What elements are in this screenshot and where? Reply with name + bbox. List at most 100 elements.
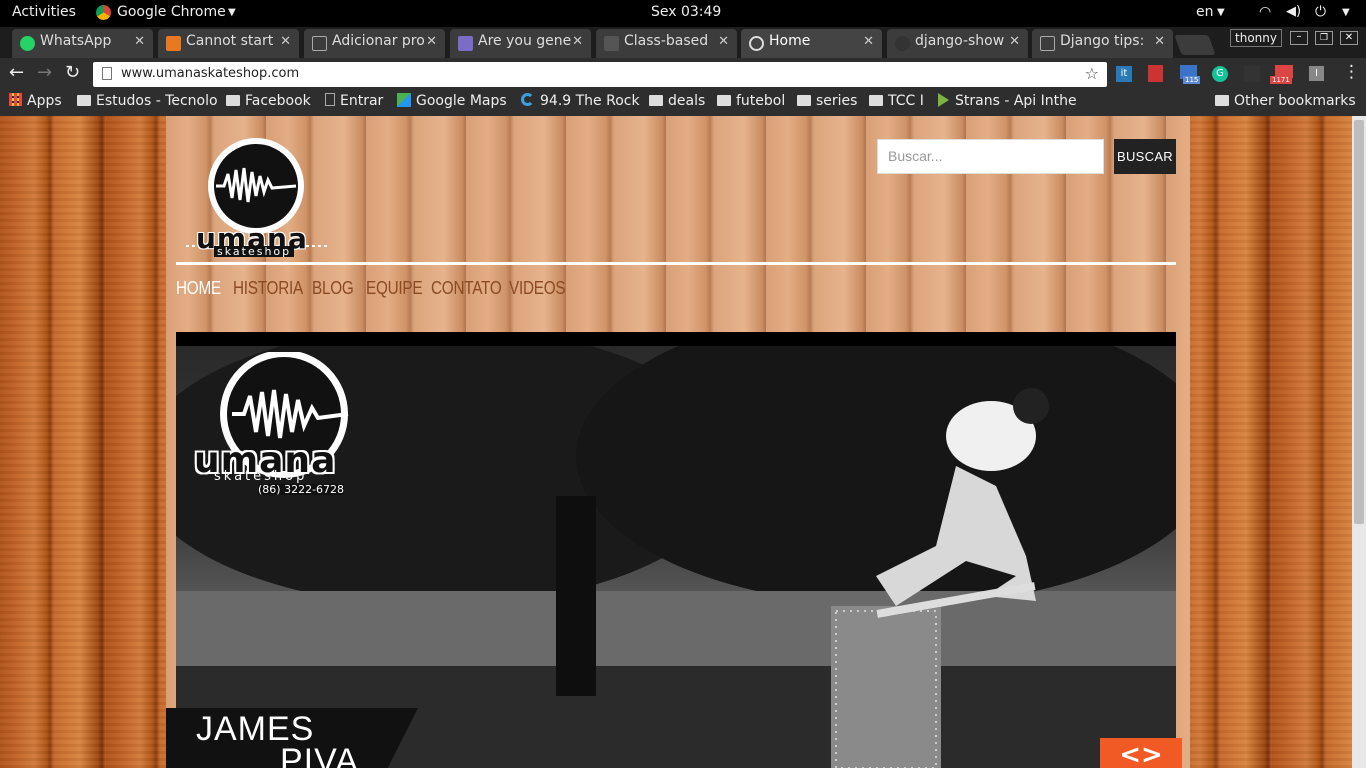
url-text: www.umanaskateshop.com — [121, 66, 300, 81]
chevron-down-icon: ▼ — [1217, 7, 1225, 18]
nav-blog[interactable]: BLOG — [312, 278, 354, 299]
chrome-icon — [96, 5, 111, 20]
chevron-down-icon: ▼ — [228, 7, 236, 18]
bookmark-entrar[interactable]: Entrar — [325, 93, 383, 109]
close-icon[interactable]: ✕ — [572, 34, 583, 49]
code-arrows-icon: <> — [1119, 740, 1163, 768]
bookmark-apps[interactable]: Apps — [9, 93, 62, 109]
folder-icon — [797, 95, 811, 106]
bookmark-futebol[interactable]: futebol — [717, 93, 785, 109]
window-close-icon[interactable]: ✕ — [1340, 31, 1358, 45]
page-icon — [1040, 36, 1055, 51]
nav-historia[interactable]: HISTORIA — [233, 278, 303, 299]
extension-it-icon[interactable]: it — [1116, 66, 1132, 82]
nav-equipe[interactable]: EQUIPE — [366, 278, 423, 299]
new-tab-button[interactable] — [1174, 35, 1216, 55]
wifi-icon[interactable]: ◠ — [1259, 4, 1271, 20]
app-menu[interactable]: Google Chrome — [117, 4, 226, 20]
clock[interactable]: Sex 03:49 — [651, 4, 721, 20]
tab-strip: WhatsApp ✕ Cannot start ✕ Adicionar pro ✕ A… — [0, 27, 1366, 58]
grammarly-icon[interactable]: G — [1212, 66, 1228, 82]
bookmark-other[interactable]: Other bookmarks — [1215, 93, 1356, 109]
activities-button[interactable]: Activities — [12, 4, 76, 20]
globe-icon — [749, 36, 764, 51]
hero-slider[interactable]: umana skateshop (86) 3222-6728 — [176, 332, 1176, 768]
tab-home[interactable]: Home ✕ — [741, 29, 882, 58]
radio-icon — [521, 93, 534, 106]
gnome-top-bar: Activities Google Chrome ▼ Sex 03:49 en … — [0, 0, 1366, 27]
nav-home[interactable]: HOME — [176, 278, 221, 299]
menu-icon[interactable]: ⋮ — [1343, 62, 1360, 82]
nav-contato[interactable]: CONTATO — [431, 278, 502, 299]
site-container: umana skateshop Buscar... BUSCAR HOME HI… — [166, 116, 1190, 768]
maximize-icon[interactable]: ❐ — [1315, 31, 1333, 45]
close-icon[interactable]: ✕ — [1154, 34, 1165, 49]
search-input[interactable]: Buscar... — [877, 139, 1104, 174]
page-icon — [102, 67, 112, 80]
power-icon[interactable]: ⏻ — [1315, 4, 1326, 20]
page-icon — [312, 36, 327, 51]
page-viewport: umana skateshop Buscar... BUSCAR HOME HI… — [0, 116, 1366, 768]
address-bar[interactable]: www.umanaskateshop.com ☆ — [93, 62, 1107, 87]
folder-icon — [77, 95, 91, 106]
page-icon — [604, 36, 619, 51]
bookmark-series[interactable]: series — [797, 93, 857, 109]
whatsapp-icon — [20, 36, 35, 51]
page-scrollbar[interactable] — [1352, 116, 1366, 768]
page-icon — [325, 93, 335, 106]
forward-icon[interactable]: → — [37, 62, 52, 83]
close-icon[interactable]: ✕ — [863, 34, 874, 49]
stackoverflow-icon — [166, 36, 181, 51]
apps-grid-icon — [9, 93, 22, 106]
play-icon — [938, 93, 949, 107]
chevron-down-icon: ▼ — [1342, 7, 1350, 18]
back-icon[interactable]: ← — [9, 62, 24, 83]
site-logo[interactable]: umana skateshop — [184, 134, 329, 259]
close-icon[interactable]: ✕ — [280, 34, 291, 49]
header-divider — [176, 262, 1176, 265]
slide-caption-line-2: PIVA — [280, 742, 359, 768]
search-button[interactable]: BUSCAR — [1114, 139, 1176, 174]
scrollbar-thumb[interactable] — [1354, 120, 1364, 524]
close-icon[interactable]: ✕ — [134, 34, 145, 49]
bookmark-facebook[interactable]: Facebook — [226, 93, 311, 109]
tab-are-you[interactable]: Are you gene ✕ — [450, 29, 591, 58]
extension-bookmark-icon[interactable] — [1148, 65, 1163, 82]
close-icon[interactable]: ✕ — [718, 34, 729, 49]
extension-dark-icon[interactable] — [1244, 66, 1260, 82]
folder-icon — [717, 95, 731, 106]
nav-videos[interactable]: VIDEOS — [509, 278, 566, 299]
maps-icon — [397, 93, 411, 107]
folder-icon — [649, 95, 663, 106]
bookmark-deals[interactable]: deals — [649, 93, 705, 109]
close-icon[interactable]: ✕ — [1009, 34, 1020, 49]
tab-class-based[interactable]: Class-based ✕ — [596, 29, 737, 58]
tab-django-show[interactable]: django-show ✕ — [887, 29, 1028, 58]
tab-django-tips[interactable]: Django tips: ✕ — [1032, 29, 1173, 58]
profile-button[interactable]: thonny — [1230, 29, 1282, 47]
star-icon[interactable]: ☆ — [1085, 64, 1099, 83]
folder-icon — [869, 95, 883, 106]
github-icon — [895, 36, 910, 51]
w-icon — [458, 36, 473, 51]
tab-cannot-start[interactable]: Cannot start ✕ — [158, 29, 299, 58]
mail-badge: 1171 — [1270, 76, 1292, 84]
bookmark-tcc-i[interactable]: TCC I — [869, 93, 924, 109]
bookmark-google-maps[interactable]: Google Maps — [397, 93, 507, 109]
extension-badge: 115 — [1183, 76, 1201, 84]
volume-icon[interactable]: ◀) — [1286, 4, 1301, 19]
slider-nav-button[interactable]: <> — [1100, 738, 1182, 768]
browser-toolbar: ← → ↻ www.umanaskateshop.com ☆ it 115 G … — [0, 58, 1366, 90]
minimize-icon[interactable]: – — [1290, 31, 1308, 45]
language-indicator[interactable]: en — [1196, 4, 1214, 20]
tab-whatsapp[interactable]: WhatsApp ✕ — [12, 29, 153, 58]
bookmark-949-the-rock[interactable]: 94.9 The Rock — [521, 93, 640, 109]
reload-icon[interactable]: ↻ — [65, 62, 80, 83]
bookmark-estudos[interactable]: Estudos - Tecnolo — [77, 93, 218, 109]
extension-info-icon[interactable]: I — [1309, 66, 1324, 81]
slide-logo-subtitle: skateshop — [214, 469, 308, 484]
bookmark-strans[interactable]: Strans - Api Inthe — [938, 93, 1077, 109]
close-icon[interactable]: ✕ — [426, 34, 437, 49]
tab-adicionar[interactable]: Adicionar pro ✕ — [304, 29, 445, 58]
slide-logo: umana skateshop (86) 3222-6728 — [188, 350, 388, 495]
